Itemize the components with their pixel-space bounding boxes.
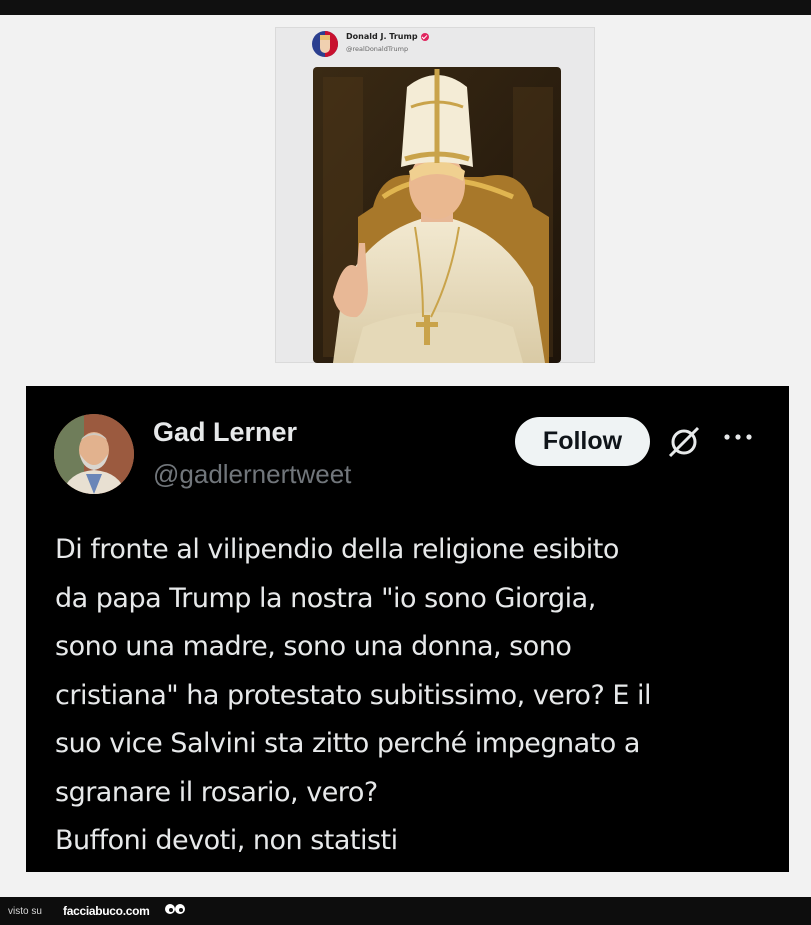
footer-bar: visto su facciabuco.com	[0, 897, 811, 925]
top-bar	[0, 0, 811, 15]
verified-badge-icon	[420, 32, 429, 41]
follow-button[interactable]: Follow	[515, 417, 650, 466]
author-avatar[interactable]	[54, 414, 134, 494]
embedded-author-handle: @realDonaldTrump	[346, 45, 409, 53]
tweet-card: Gad Lerner @gadlernertweet Follow Di fro…	[26, 386, 789, 872]
visto-su-label: visto su	[8, 906, 42, 917]
eyes-logo-icon	[165, 904, 185, 914]
grok-icon[interactable]	[666, 424, 702, 460]
more-icon[interactable]	[722, 430, 754, 444]
embedded-author-name: Donald J. Trump	[346, 32, 429, 41]
embedded-post-screenshot: Donald J. Trump @realDonaldTrump	[275, 27, 595, 363]
author-name[interactable]: Gad Lerner	[153, 417, 297, 448]
pope-image	[313, 67, 561, 363]
tweet-text: Di fronte al vilipendio della religione …	[55, 534, 652, 856]
brand-link[interactable]: facciabuco.com	[63, 904, 150, 918]
author-handle[interactable]: @gadlernertweet	[153, 459, 351, 490]
embedded-author-avatar	[312, 31, 338, 57]
